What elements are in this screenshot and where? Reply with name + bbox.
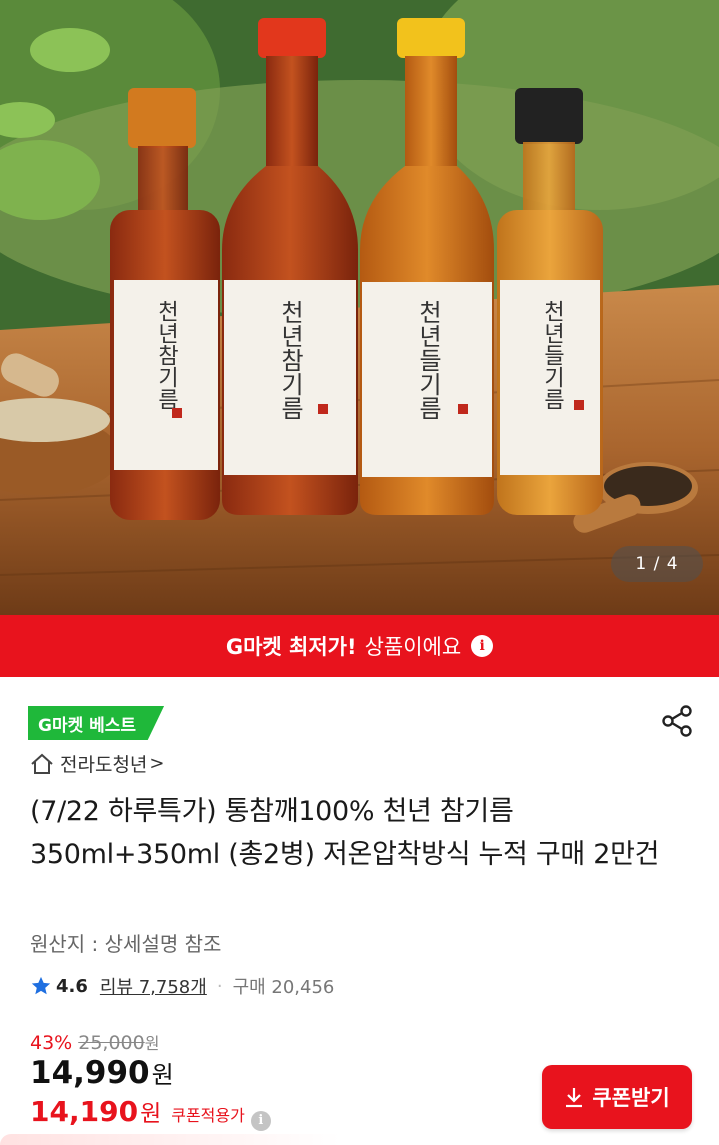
banner-strong-text: G마켓 최저가!	[225, 635, 357, 659]
seller-link[interactable]: 전라도청년 >	[30, 750, 165, 777]
price-row: 14,990 원	[30, 1055, 174, 1091]
info-icon[interactable]: i	[250, 1110, 271, 1131]
star-icon	[31, 976, 51, 995]
svg-text:천년들기름: 천년들기름	[414, 300, 442, 420]
svg-text:천년들기름: 천년들기름	[540, 300, 565, 410]
svg-text:천년참기름: 천년참기름	[276, 300, 304, 420]
product-photo: 천년참기름 천년참기름 천년들기름 천년들기름	[0, 0, 719, 615]
info-icon[interactable]: i	[471, 635, 494, 657]
review-link[interactable]: 리뷰 7,758개	[100, 973, 207, 999]
banner-text: 상품이에요	[364, 635, 462, 659]
purchase-count: 구매 20,456	[232, 977, 335, 998]
coupon-price-unit: 원	[140, 1101, 162, 1127]
coupon-price-label: 쿠폰적용가	[171, 1106, 245, 1125]
gmarket-best-badge: G마켓 베스트	[28, 706, 165, 740]
rating-score: 4.6	[56, 975, 88, 997]
svg-text:천년참기름: 천년참기름	[154, 300, 179, 410]
separator: ·	[216, 975, 223, 997]
original-price-unit: 원	[144, 1034, 160, 1053]
get-coupon-label: 쿠폰받기	[592, 1086, 670, 1110]
discount-row: 43% 25,000 원	[30, 1030, 159, 1054]
home-icon	[31, 753, 53, 774]
discount-rate: 43%	[30, 1032, 73, 1054]
original-price: 25,000	[78, 1032, 145, 1054]
coupon-price-row: 14,190 원 쿠폰적용가 i	[30, 1094, 271, 1131]
chevron-right-icon: >	[149, 753, 165, 774]
image-pager: 1 / 4	[611, 546, 703, 582]
coupon-price: 14,190	[30, 1095, 139, 1128]
get-coupon-button[interactable]: 쿠폰받기	[542, 1065, 692, 1129]
lowest-price-banner[interactable]: G마켓 최저가! 상품이에요 i	[0, 615, 719, 677]
download-icon	[566, 1088, 583, 1108]
product-title: (7/22 하루특가) 통참깨100% 천년 참기름 350ml+350ml (…	[30, 796, 660, 870]
next-section-peek	[0, 1134, 340, 1145]
current-price: 14,990	[30, 1055, 150, 1091]
product-image[interactable]: 천년참기름 천년참기름 천년들기름 천년들기름 1 / 4	[0, 0, 719, 615]
share-icon	[662, 705, 692, 737]
product-origin: 원산지 : 상세설명 참조	[30, 932, 222, 956]
seller-name: 전라도청년	[60, 754, 148, 776]
share-button[interactable]	[660, 704, 694, 738]
current-price-unit: 원	[151, 1061, 174, 1089]
rating-row: 4.6 리뷰 7,758개 · 구매 20,456	[30, 973, 334, 999]
